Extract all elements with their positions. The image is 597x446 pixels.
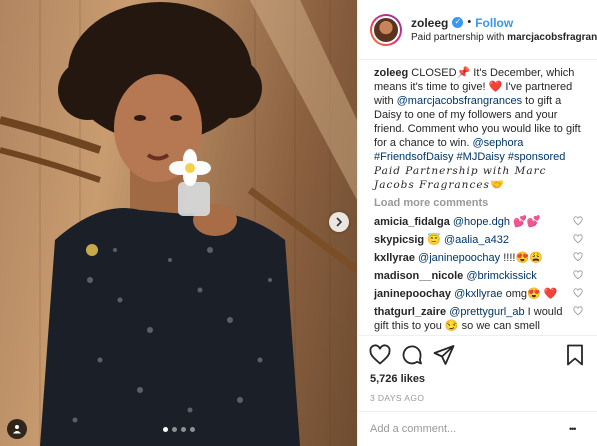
caption-username[interactable]: zoleeg [374, 67, 408, 79]
comment-like-icon[interactable] [571, 270, 585, 280]
tagged-people-button[interactable] [7, 419, 27, 439]
post-author-username[interactable]: zoleeg [411, 15, 448, 31]
comment-mention[interactable]: @prettygurl_ab [449, 306, 524, 318]
caption-mention-link[interactable]: @marcjacobsfrangrances [397, 95, 523, 107]
comment-item: kxllyrae @janinepoochay !!!!😍😩 [374, 251, 585, 265]
carousel-dot [162, 427, 168, 432]
comment-username[interactable]: madison__nicole [374, 270, 463, 282]
paid-partnership-label: Paid partnership with marcjacobsfragranc… [411, 31, 597, 45]
chevron-right-icon [336, 217, 343, 227]
comment-username[interactable]: skypicsig [374, 234, 424, 246]
avatar[interactable] [370, 13, 402, 46]
comment-username[interactable]: kxllyrae [374, 252, 415, 264]
carousel-dot [171, 427, 177, 432]
verified-badge-icon: ✓ [452, 17, 464, 29]
person-tag-icon [13, 425, 21, 434]
comment-username[interactable]: thatgurl_zaire [374, 306, 446, 318]
carousel-indicator [0, 427, 357, 432]
comment-like-icon[interactable] [571, 216, 585, 226]
instagram-post: zoleeg ✓ • Follow Paid partnership with … [0, 0, 597, 446]
comment-like-icon[interactable] [571, 306, 585, 316]
paper-plane-icon[interactable] [432, 343, 456, 367]
comment-mention[interactable]: @brimckissick [466, 270, 536, 282]
comment-item: thatgurl_zaire @prettygurl_ab I would gi… [374, 305, 585, 335]
post-photo[interactable] [0, 0, 357, 446]
comment-mention[interactable]: @kxllyrae [454, 288, 502, 300]
caption-script-text: Paid Partnership with Marc Jacobs Fragra… [374, 165, 547, 191]
add-comment-input[interactable] [370, 423, 569, 435]
post-timestamp[interactable]: 3 DAYS AGO [358, 389, 597, 411]
more-options-icon[interactable]: ••• [569, 424, 585, 434]
post-actions-bar [358, 335, 597, 373]
photo-illustration [0, 0, 357, 446]
post-header: zoleeg ✓ • Follow Paid partnership with … [358, 0, 597, 60]
post-side-panel: zoleeg ✓ • Follow Paid partnership with … [357, 0, 597, 446]
separator-bullet: • [467, 16, 472, 29]
comment-like-icon[interactable] [571, 252, 585, 262]
follow-button[interactable]: Follow [475, 15, 513, 31]
comment-item: madison__nicole @brimckissick [374, 269, 585, 283]
comment-item: skypicsig 😇 @aalia_a432 [374, 233, 585, 247]
comments-section[interactable]: zoleeg CLOSED📌 It's December, which mean… [358, 60, 597, 335]
speech-bubble-icon[interactable] [400, 343, 424, 367]
comment-mention[interactable]: @hope.dgh [453, 216, 510, 228]
post-caption: zoleeg CLOSED📌 It's December, which mean… [374, 67, 581, 191]
comment-item: amicia_fidalga @hope.dgh 💕💕 [374, 215, 585, 229]
likes-count[interactable]: 5,726 likes [358, 373, 597, 389]
heart-outline-icon[interactable] [368, 343, 392, 367]
comment-like-icon[interactable] [571, 288, 585, 298]
carousel-dot [189, 427, 195, 432]
comment-username[interactable]: janinepoochay [374, 288, 451, 300]
next-image-button[interactable] [329, 212, 349, 232]
partner-brand-link[interactable]: marcjacobsfragrances [507, 32, 597, 43]
comment-mention[interactable]: @janinepoochay [418, 252, 500, 264]
comment-mention[interactable]: @aalia_a432 [444, 234, 509, 246]
comment-username[interactable]: amicia_fidalga [374, 216, 450, 228]
load-more-comments-button[interactable]: Load more comments [374, 196, 585, 210]
comment-item: janinepoochay @kxllyrae omg😍 ❤️ [374, 287, 585, 301]
carousel-dot [180, 427, 186, 432]
add-comment-bar: ••• [358, 411, 597, 446]
comment-like-icon[interactable] [571, 234, 585, 244]
bookmark-icon[interactable] [563, 343, 587, 367]
